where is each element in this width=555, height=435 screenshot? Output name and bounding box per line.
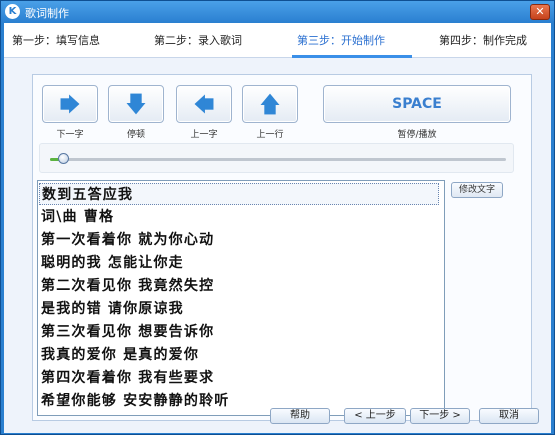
progress-slider — [39, 143, 514, 173]
slider-thumb[interactable] — [57, 153, 69, 164]
arrow-left-icon — [194, 94, 214, 114]
next-word-label: 下一字 — [56, 130, 84, 140]
lyric-line[interactable]: 我真的爱你 是真的爱你 — [41, 344, 199, 366]
space-play-pause-button[interactable]: SPACE — [323, 85, 511, 123]
lyric-line[interactable]: 第四次看着你 我有些要求 — [41, 367, 214, 389]
lyric-line[interactable]: 第二次看见你 我竟然失控 — [41, 275, 214, 297]
title-bar[interactable]: K 歌词制作 ✕ — [1, 1, 554, 23]
lyric-line[interactable]: 聪明的我 怎能让你走 — [41, 252, 184, 274]
slider-track[interactable] — [50, 158, 506, 161]
prev-line-button[interactable] — [242, 85, 298, 123]
prev-word-label: 上一字 — [190, 130, 218, 140]
lyric-line[interactable]: 是我的错 请你原谅我 — [41, 298, 184, 320]
edit-text-button[interactable]: 修改文字 — [451, 182, 503, 198]
pause-button[interactable] — [108, 85, 164, 123]
prev-line-label: 上一行 — [256, 130, 284, 140]
lyrics-maker-window: K 歌词制作 ✕ 第一步：填写信息 第二步：录入歌词 第三步：开始制作 第四步：… — [0, 0, 555, 435]
cancel-button[interactable]: 取消 — [479, 408, 539, 424]
next-word-button[interactable] — [42, 85, 98, 123]
lyric-line[interactable]: 希望你能够 安安静静的聆听 — [41, 390, 229, 412]
lyric-line[interactable]: 词\曲 曹格 — [41, 206, 114, 228]
play-pause-label: 暂停/播放 — [397, 130, 437, 140]
active-step-indicator — [292, 55, 412, 58]
step-2: 第二步：录入歌词 — [154, 34, 242, 47]
pause-label: 停顿 — [126, 130, 145, 140]
step-3: 第三步：开始制作 — [297, 34, 385, 47]
prev-word-button[interactable] — [176, 85, 232, 123]
arrow-right-icon — [60, 94, 80, 114]
app-logo-icon: K — [5, 4, 20, 19]
lyric-line[interactable]: 数到五答应我 — [39, 183, 439, 205]
arrow-down-icon — [126, 93, 146, 115]
help-button[interactable]: 帮助 — [270, 408, 330, 424]
lyric-line[interactable]: 第一次看着你 就为你心动 — [41, 229, 214, 251]
window-client: 第一步：填写信息 第二步：录入歌词 第三步：开始制作 第四步：制作完成 下一字 — [4, 23, 551, 433]
close-button[interactable]: ✕ — [530, 4, 550, 20]
editor-panel: 下一字 停顿 上一字 上一行 SPACE 暂停/播放 数到五答应我 词\曲 曹格… — [32, 74, 532, 421]
next-step-button[interactable]: 下一步 > — [410, 408, 470, 424]
step-4: 第四步：制作完成 — [439, 34, 527, 47]
lyric-line[interactable]: 第三次看见你 想要告诉你 — [41, 321, 214, 343]
step-1: 第一步：填写信息 — [12, 34, 100, 47]
prev-step-button[interactable]: < 上一步 — [344, 408, 406, 424]
arrow-up-icon — [260, 93, 280, 115]
window-title: 歌词制作 — [25, 7, 69, 20]
lyrics-list[interactable]: 数到五答应我 词\曲 曹格 第一次看着你 就为你心动 聪明的我 怎能让你走 第二次看见你… — [37, 180, 445, 416]
wizard-steps: 第一步：填写信息 第二步：录入歌词 第三步：开始制作 第四步：制作完成 — [4, 23, 551, 58]
